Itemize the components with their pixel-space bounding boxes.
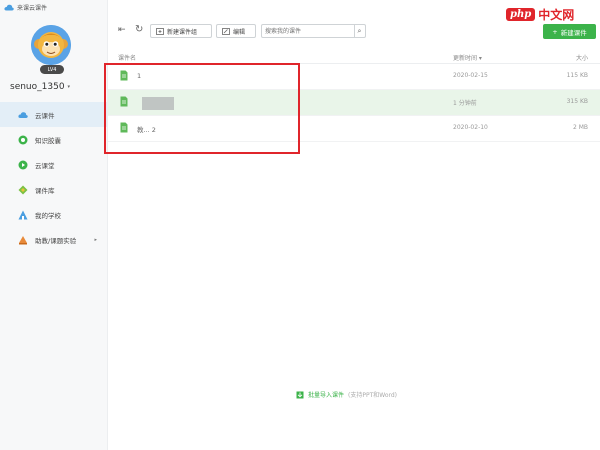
toolbar: ⇤ ↻ 新建课件组 编辑 ⌕ + 新建课件 [108,22,600,42]
table-row[interactable]: 1 分钟前 315 KB [108,90,600,116]
file-size: 115 KB [566,72,588,79]
folder-plus-icon [156,27,164,35]
new-courseware-label: 新建课件 [560,28,587,37]
chevron-down-icon: ▾ [67,84,71,90]
file-table-header: 课件名 更新时间 ▾ 大小 [108,50,600,64]
monkey-avatar-icon [31,25,71,65]
file-date: 2020-02-15 [453,72,488,79]
sidebar: 来课云课件 LV4 senuo_1350 ▾ 云课件 知识胶囊 云课堂 课件库 … [0,0,108,450]
edit-icon [222,27,230,35]
library-icon [18,185,28,194]
sidebar-item-label: 云课堂 [35,161,55,170]
sidebar-item-cloud-courseware[interactable]: 云课件 [0,102,107,127]
search-input[interactable] [262,25,354,37]
file-size: 315 KB [566,98,588,105]
import-icon [296,391,304,398]
search-box: ⌕ [261,24,366,38]
back-icon[interactable]: ⇤ [118,25,126,35]
column-header-size[interactable]: 大小 [576,53,588,62]
school-icon [18,210,28,219]
sidebar-item-label: 我的学校 [35,211,61,220]
redacted-name [142,97,174,110]
watermark-logo: php [506,7,536,21]
capsule-icon [18,135,28,144]
sidebar-item-research[interactable]: 助教/课题实验 ▸ [0,227,107,252]
cloud-icon [18,111,28,118]
file-name: 1 [137,72,142,80]
import-hint: (支持PPT和Word) [348,392,398,399]
edit-label: 编辑 [233,28,246,36]
new-folder-button[interactable]: 新建课件组 [150,24,212,38]
plus-icon: + [552,27,558,36]
new-courseware-button[interactable]: + 新建课件 [543,24,596,39]
file-name: 教... 2 [137,126,156,134]
classroom-icon [18,160,28,169]
edit-button[interactable]: 编辑 [216,24,256,38]
cloud-logo-icon [4,4,14,11]
refresh-icon[interactable]: ↻ [135,24,143,35]
sidebar-item-label: 助教/课题实验 [35,236,77,245]
file-date: 2020-02-10 [453,124,488,131]
file-size: 2 MB [572,124,588,131]
table-row[interactable]: 教... 2 2020-02-10 2 MB [108,116,600,142]
app-title: 来课云课件 [4,3,47,12]
sidebar-item-cloud-classroom[interactable]: 云课堂 [0,152,107,177]
table-row[interactable]: 1 2020-02-15 115 KB [108,64,600,90]
import-label: 批量导入课件 [308,392,345,399]
file-icon [120,70,128,81]
sidebar-item-my-school[interactable]: 我的学校 [0,202,107,227]
sidebar-item-label: 云课件 [35,111,55,120]
bulk-import-link[interactable]: 批量导入课件 (支持PPT和Word) [296,390,397,399]
sidebar-item-knowledge-capsule[interactable]: 知识胶囊 [0,127,107,152]
username-dropdown[interactable]: senuo_1350 ▾ [10,82,70,92]
avatar[interactable] [31,25,71,65]
sidebar-nav: 云课件 知识胶囊 云课堂 课件库 我的学校 助教/课题实验 ▸ [0,102,107,252]
file-list: 1 2020-02-15 115 KB 1 分钟前 315 KB 教... 2 … [108,64,600,142]
username: senuo_1350 [10,82,65,92]
chevron-right-icon: ▸ [94,236,97,243]
watermark-text: 中文网 [538,7,575,22]
column-header-name[interactable]: 课件名 [118,53,136,62]
site-watermark: php 中文网 [506,4,598,24]
research-icon [19,235,27,244]
file-icon [120,122,128,133]
sidebar-item-courseware-library[interactable]: 课件库 [0,177,107,202]
level-badge: LV4 [40,65,64,74]
file-icon [120,96,128,107]
sidebar-item-label: 知识胶囊 [35,136,61,145]
column-header-date[interactable]: 更新时间 ▾ [453,53,482,62]
sidebar-item-label: 课件库 [35,186,55,195]
file-date: 1 分钟前 [453,100,477,107]
search-icon[interactable]: ⌕ [354,25,364,37]
app-title-text: 来课云课件 [17,5,48,12]
new-folder-label: 新建课件组 [167,28,198,36]
